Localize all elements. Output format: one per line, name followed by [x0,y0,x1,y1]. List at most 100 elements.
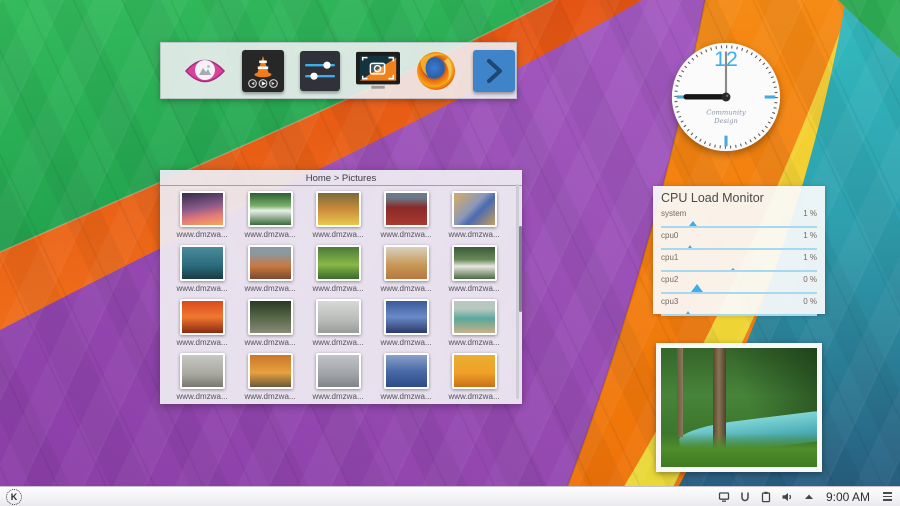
expand-arrow-icon[interactable] [803,491,815,503]
file-item[interactable]: www.dmzwa... [236,299,304,353]
thumbnail[interactable] [315,353,361,389]
thumbnail[interactable] [315,245,361,281]
thumbnail[interactable] [383,299,429,335]
digital-clock[interactable]: 9:00 AM [826,490,870,504]
thumbnail[interactable] [247,299,293,335]
thumbnail[interactable] [383,353,429,389]
file-item[interactable]: www.dmzwa... [372,299,440,353]
cpu-label: system [661,209,687,218]
folder-grid: www.dmzwa... www.dmzwa... www.dmzwa... www.… [160,186,522,407]
device-notifier-icon[interactable] [739,491,751,503]
app-dock [160,42,517,99]
file-label: www.dmzwa... [312,338,364,347]
breadcrumb[interactable]: Home > Pictures [160,170,522,185]
cpu-widget-title: CPU Load Monitor [661,191,764,205]
clock-signature-line2: Design [713,117,738,125]
panel-toggle-icon[interactable] [881,490,894,502]
thumbnail[interactable] [179,299,225,335]
cpu-value: 0 % [803,297,817,306]
thumbnail[interactable] [451,191,497,227]
file-item[interactable]: www.dmzwa... [440,353,508,407]
clipboard-icon[interactable] [760,491,772,503]
file-label: www.dmzwa... [380,284,432,293]
cpu-label: cpu3 [661,297,679,306]
file-item[interactable]: www.dmzwa... [236,353,304,407]
next-icon[interactable] [472,49,516,93]
thumbnail[interactable] [179,191,225,227]
file-label: www.dmzwa... [312,392,364,401]
file-item[interactable]: www.dmzwa... [440,191,508,245]
desktop: Home > Pictures www.dmzwa... www.dmzwa...… [0,0,900,506]
thumbnail[interactable] [451,245,497,281]
settings-sliders-icon[interactable] [299,49,343,93]
file-item[interactable]: www.dmzwa... [168,299,236,353]
cpu-value: 0 % [803,275,817,284]
thumbnail[interactable] [247,245,293,281]
spectacle-icon[interactable] [356,49,401,93]
file-item[interactable]: www.dmzwa... [440,245,508,299]
cpu-sparkline [661,218,817,228]
file-item[interactable]: www.dmzwa... [304,245,372,299]
gwenview-icon[interactable] [183,49,227,93]
cpu-row: cpu1 1 % [661,252,817,272]
system-tray: 9:00 AM [718,490,894,504]
file-label: www.dmzwa... [176,338,228,347]
file-label: www.dmzwa... [448,392,500,401]
file-item[interactable]: www.dmzwa... [372,245,440,299]
thumbnail[interactable] [247,191,293,227]
thumbnail[interactable] [383,191,429,227]
cpu-value: 1 % [803,231,817,240]
cpu-sparkline [661,284,817,294]
volume-icon[interactable] [781,491,794,503]
file-item[interactable]: www.dmzwa... [236,191,304,245]
file-item[interactable]: www.dmzwa... [304,299,372,353]
picture-frame-widget[interactable] [656,343,822,472]
file-label: www.dmzwa... [380,230,432,239]
file-label: www.dmzwa... [176,392,228,401]
file-label: www.dmzwa... [176,284,228,293]
cpu-label: cpu0 [661,231,679,240]
thumbnail[interactable] [315,191,361,227]
hour-hand [683,94,728,100]
thumbnail[interactable] [451,353,497,389]
file-item[interactable]: www.dmzwa... [236,245,304,299]
thumbnail[interactable] [451,299,497,335]
vlc-icon[interactable] [241,49,285,93]
file-label: www.dmzwa... [312,230,364,239]
cpu-rows: system 1 % cpu0 1 % cpu1 1 % cpu2 0 % cpu3 0 % [661,208,817,316]
cpu-label: cpu2 [661,275,679,284]
clock-widget[interactable]: 12 Community Design [668,39,784,155]
thumbnail[interactable] [383,245,429,281]
thumbnail[interactable] [179,353,225,389]
file-item[interactable]: www.dmzwa... [304,353,372,407]
file-label: www.dmzwa... [244,230,296,239]
kickoff-launcher-button[interactable]: K [6,488,22,505]
scrollbar-thumb[interactable] [519,226,522,312]
file-item[interactable]: www.dmzwa... [304,191,372,245]
thumbnail[interactable] [179,245,225,281]
file-label: www.dmzwa... [244,392,296,401]
firefox-icon[interactable] [414,49,458,93]
file-label: www.dmzwa... [448,230,500,239]
network-icon[interactable] [718,491,730,503]
file-label: www.dmzwa... [244,284,296,293]
folder-view-window: Home > Pictures www.dmzwa... www.dmzwa...… [160,170,522,404]
cpu-row: cpu3 0 % [661,296,817,316]
tick-6 [724,135,728,147]
thumbnail[interactable] [315,299,361,335]
cpu-load-monitor-widget: CPU Load Monitor system 1 % cpu0 1 % cpu1 1 %… [653,186,825,316]
cpu-value: 1 % [803,253,817,262]
cpu-sparkline [661,262,817,272]
file-item[interactable]: www.dmzwa... [440,299,508,353]
photo-grass [661,433,817,467]
file-item[interactable]: www.dmzwa... [372,353,440,407]
file-label: www.dmzwa... [176,230,228,239]
file-label: www.dmzwa... [448,284,500,293]
thumbnail[interactable] [247,353,293,389]
cpu-row: cpu0 1 % [661,230,817,250]
file-item[interactable]: www.dmzwa... [168,191,236,245]
file-item[interactable]: www.dmzwa... [168,245,236,299]
file-item[interactable]: www.dmzwa... [168,353,236,407]
file-item[interactable]: www.dmzwa... [372,191,440,245]
cpu-row: cpu2 0 % [661,274,817,294]
